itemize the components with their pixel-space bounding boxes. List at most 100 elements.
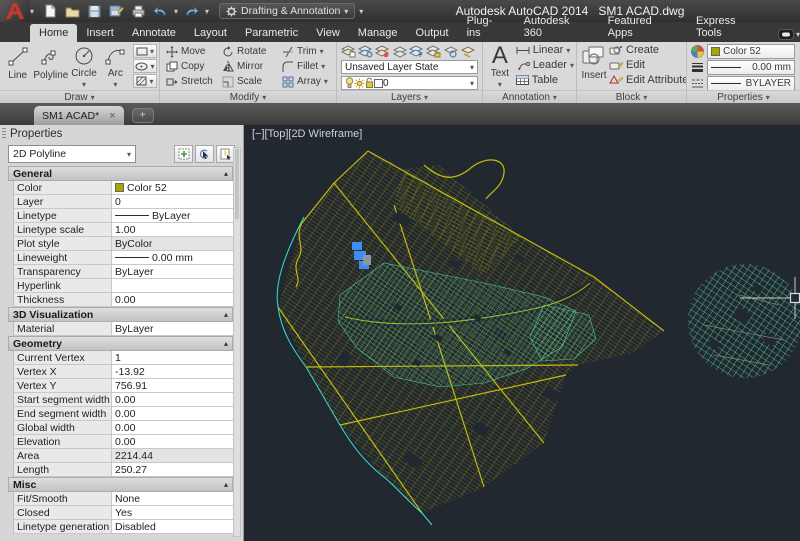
save-icon[interactable] (86, 3, 103, 20)
property-row-global-width[interactable]: Global width 0.00 (14, 421, 233, 435)
tab-manage[interactable]: Manage (349, 24, 407, 42)
layer-state-select[interactable]: Unsaved Layer State (341, 60, 478, 74)
copy-button[interactable]: Copy (166, 61, 222, 73)
linetype-icon[interactable] (691, 78, 704, 89)
arc-dropdown-icon[interactable] (113, 79, 117, 90)
property-row-transparency[interactable]: Transparency ByLayer (14, 265, 233, 279)
toggle-pickadd-button[interactable] (174, 145, 193, 163)
panel-annotation-label[interactable]: Annotation (483, 90, 576, 103)
section-general[interactable]: General▴ (8, 166, 233, 181)
undo-icon[interactable] (152, 3, 169, 20)
section-3d-visualization[interactable]: 3D Visualization▴ (8, 307, 233, 322)
property-row-length[interactable]: Length 250.27 (14, 463, 233, 477)
palette-scrollbar[interactable] (233, 147, 241, 537)
property-row-color[interactable]: Color Color 52 (14, 181, 233, 195)
undo-dropdown-icon[interactable] (174, 5, 178, 17)
layer-properties-manager-icon[interactable] (341, 45, 356, 58)
tab-output[interactable]: Output (407, 24, 458, 42)
property-row-start-segment-width[interactable]: Start segment width 0.00 (14, 393, 233, 407)
layer-isolate-icon[interactable] (392, 45, 407, 58)
fillet-button[interactable]: Fillet (282, 61, 336, 73)
block-edit-button[interactable]: Edit (609, 59, 686, 71)
layer-settings-icon[interactable] (443, 45, 458, 58)
array-dropdown-icon[interactable] (324, 76, 328, 87)
property-row-area[interactable]: Area 2214.44 (14, 449, 233, 463)
tab-insert[interactable]: Insert (77, 24, 123, 42)
move-button[interactable]: Move (166, 46, 222, 58)
panel-draw-label[interactable]: Draw (0, 90, 159, 103)
collapse-icon[interactable]: ▴ (224, 310, 228, 319)
array-button[interactable]: Array (282, 76, 336, 88)
trim-button[interactable]: Trim (282, 46, 336, 58)
unlock-icon[interactable] (365, 77, 374, 89)
insert-button[interactable]: Insert (581, 44, 607, 90)
linear-dim-button[interactable]: Linear (516, 44, 574, 56)
layer-select[interactable]: 0 (341, 76, 478, 90)
bulb-icon[interactable] (345, 77, 354, 89)
layer-color-swatch[interactable] (374, 79, 383, 88)
rectangle-button[interactable] (133, 44, 157, 58)
section-misc[interactable]: Misc▴ (8, 477, 233, 492)
collapse-icon[interactable]: ▴ (224, 480, 228, 489)
property-row-thickness[interactable]: Thickness 0.00 (14, 293, 233, 307)
color-wheel-icon[interactable] (691, 45, 704, 58)
hatch-button[interactable] (133, 74, 157, 88)
panel-block-label[interactable]: Block (577, 90, 686, 103)
tab-annotate[interactable]: Annotate (123, 24, 185, 42)
fillet-dropdown-icon[interactable] (321, 61, 325, 72)
plot-icon[interactable] (130, 3, 147, 20)
lineweight-icon[interactable] (691, 62, 704, 73)
tab-autodesk360[interactable]: Autodesk 360 (515, 12, 599, 42)
collapse-icon[interactable]: ▴ (224, 169, 228, 178)
logo-dropdown-icon[interactable] (30, 5, 34, 17)
arc-button[interactable]: Arc (100, 44, 131, 90)
tab-home[interactable]: Home (30, 24, 77, 42)
tab-featured-apps[interactable]: Featured Apps (599, 12, 687, 42)
line-button[interactable]: Line (2, 44, 33, 90)
property-row-plot-style[interactable]: Plot style ByColor (14, 237, 233, 251)
table-button[interactable]: Table (516, 74, 574, 86)
property-row-current-vertex[interactable]: Current Vertex 1 (14, 351, 233, 365)
property-row-vertex-y[interactable]: Vertex Y 756.91 (14, 379, 233, 393)
palette-grip[interactable] (2, 128, 6, 140)
circle-button[interactable]: Circle (68, 44, 99, 90)
select-objects-button[interactable] (195, 145, 214, 163)
stretch-button[interactable]: Stretch (166, 76, 222, 88)
leader-button[interactable]: Leader (516, 59, 574, 71)
scale-button[interactable]: Scale (222, 76, 282, 88)
lineweight-select[interactable]: 0.00 mm (707, 60, 795, 75)
trim-dropdown-icon[interactable] (320, 46, 324, 57)
layer-match-icon[interactable] (358, 45, 373, 58)
object-type-select[interactable]: 2D Polyline (8, 145, 136, 163)
block-create-button[interactable]: Create (609, 44, 686, 56)
redo-icon[interactable] (183, 3, 200, 20)
text-button[interactable]: A Text (487, 44, 513, 90)
tab-layout[interactable]: Layout (185, 24, 236, 42)
edit-attributes-button[interactable]: Edit Attributes (609, 74, 686, 86)
redo-dropdown-icon[interactable] (205, 5, 209, 17)
property-row-end-segment-width[interactable]: End segment width 0.00 (14, 407, 233, 421)
layer-lock-icon[interactable] (426, 45, 441, 58)
polyline-button[interactable]: Polyline (33, 44, 68, 90)
viewport-controls[interactable]: [−][Top][2D Wireframe] (252, 128, 362, 140)
panel-modify-label[interactable]: Modify (160, 90, 336, 103)
mirror-button[interactable]: Mirror (222, 61, 282, 73)
panel-layers-label[interactable]: Layers (337, 90, 482, 103)
property-row-linetype-generation[interactable]: Linetype generation Disabled (14, 520, 233, 534)
linetype-select[interactable]: BYLAYER (707, 76, 795, 90)
property-row-lineweight[interactable]: Lineweight 0.00 mm (14, 251, 233, 265)
autocad-logo-icon[interactable] (0, 0, 30, 22)
rotate-button[interactable]: Rotate (222, 46, 282, 58)
open-file-icon[interactable] (64, 3, 81, 20)
ellipse-button[interactable] (133, 59, 157, 73)
tab-express-tools[interactable]: Express Tools (687, 12, 772, 42)
panel-properties-label[interactable]: Properties (687, 90, 800, 103)
property-row-material[interactable]: Material ByLayer (14, 322, 233, 336)
tab-view[interactable]: View (307, 24, 349, 42)
tab-plugins[interactable]: Plug-ins (458, 12, 515, 42)
collapse-icon[interactable]: ▴ (224, 339, 228, 348)
property-row-elevation[interactable]: Elevation 0.00 (14, 435, 233, 449)
object-color-select[interactable]: Color 52 (707, 44, 795, 59)
layer-off-icon[interactable] (375, 45, 390, 58)
workspace-switcher[interactable]: Drafting & Annotation (219, 3, 355, 19)
